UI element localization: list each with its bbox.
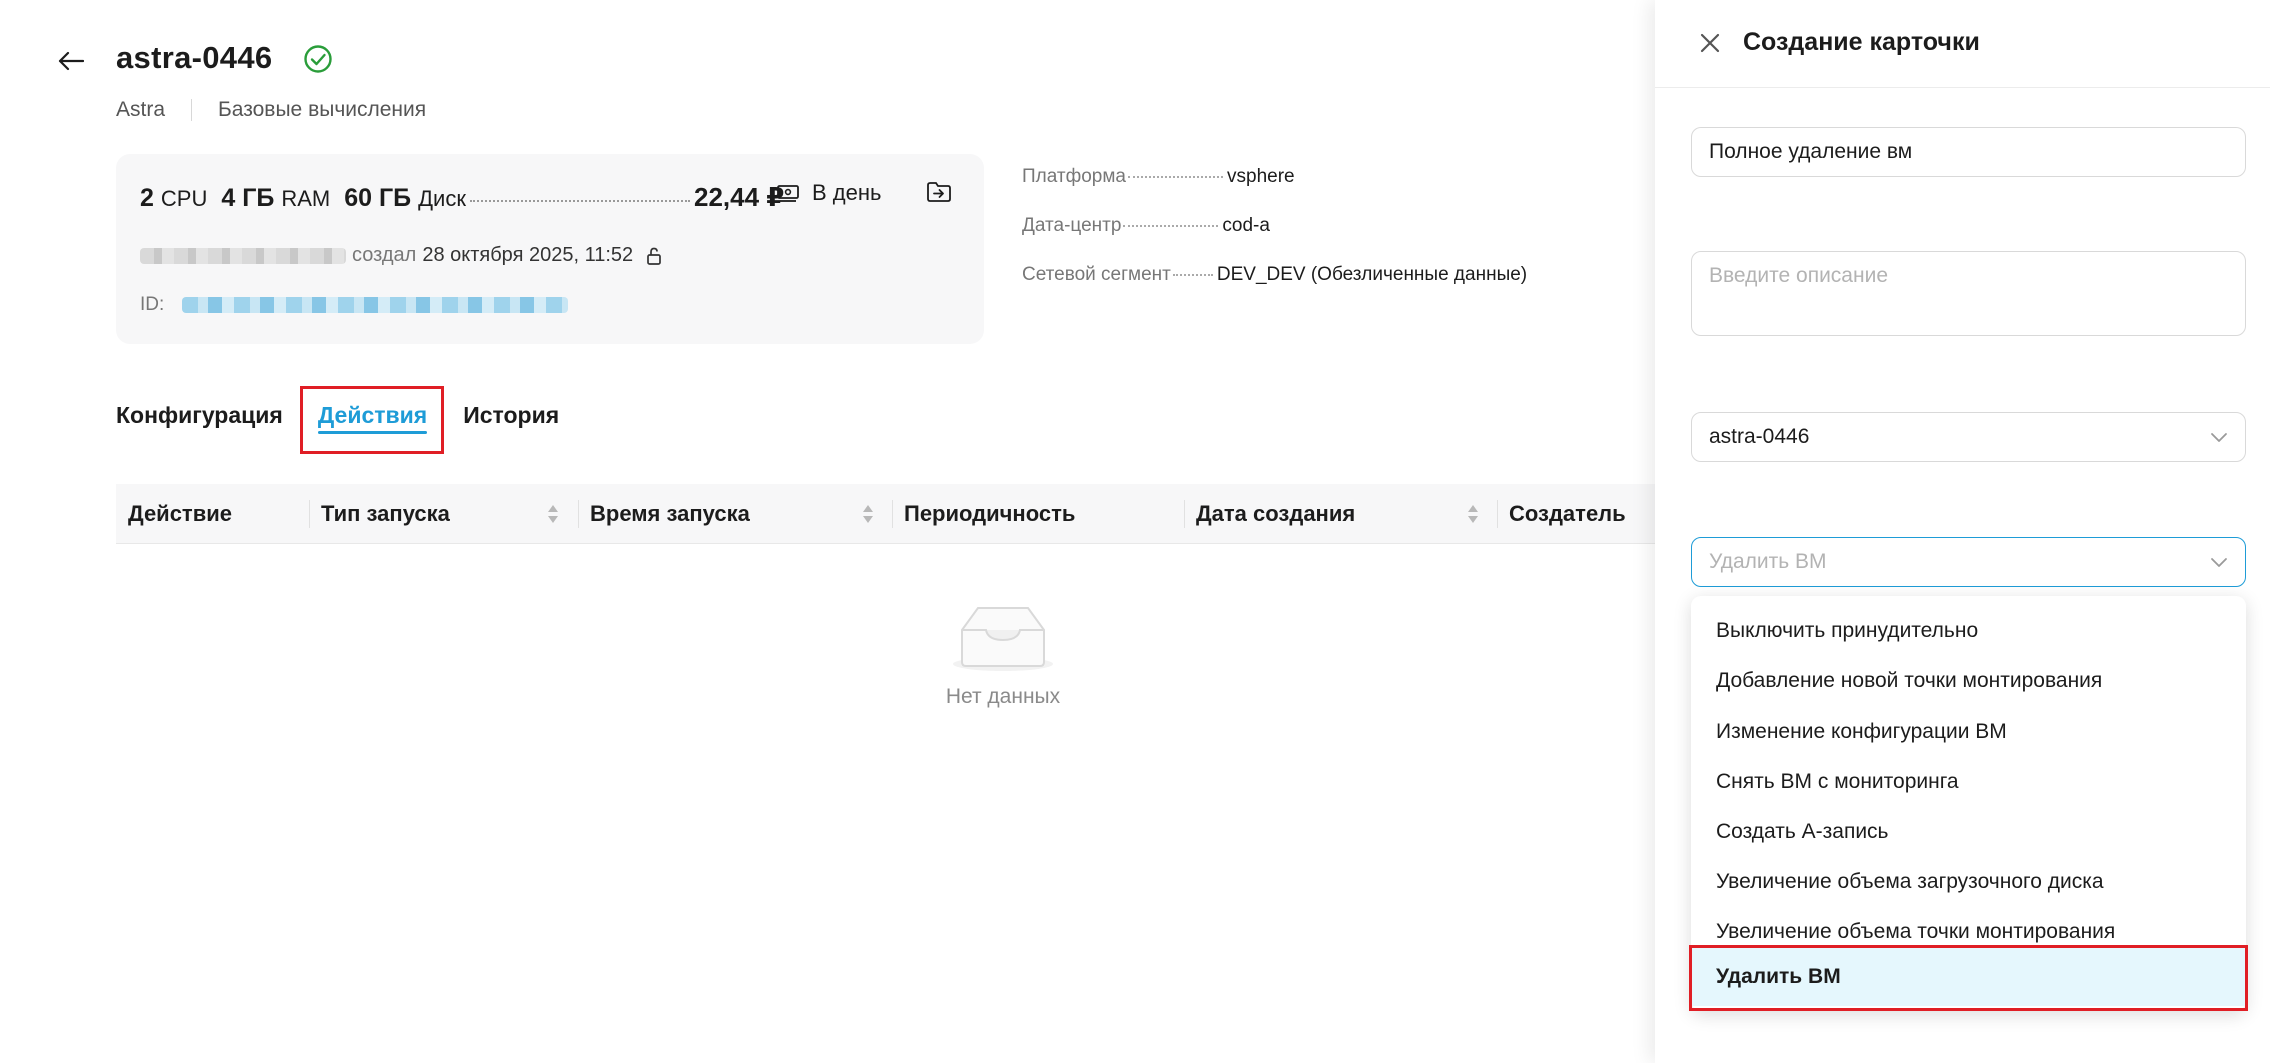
- breadcrumb-divider: [191, 99, 193, 121]
- column-divider: [309, 500, 310, 528]
- property-key: Сетевой сегмент: [1022, 264, 1171, 285]
- redacted-id[interactable]: [182, 297, 569, 313]
- column-launch-time[interactable]: Время запуска: [578, 484, 750, 544]
- property-key: Дата-центр: [1022, 215, 1122, 236]
- tab-highlight-frame: [300, 386, 444, 454]
- description-textarea[interactable]: [1691, 251, 2246, 336]
- created-date: 28 октября 2025, 11:52: [422, 244, 634, 266]
- option-force-power-off[interactable]: Выключить принудительно: [1691, 606, 2246, 656]
- option-remove-monitoring[interactable]: Снять ВМ с мониторинга: [1691, 757, 2246, 807]
- cash-icon: [777, 185, 799, 202]
- option-create-a-record[interactable]: Создать А-запись: [1691, 807, 2246, 857]
- breadcrumb-item-astra[interactable]: Astra: [116, 98, 165, 122]
- property-value: vsphere: [1227, 166, 1295, 187]
- column-label: Периодичность: [904, 501, 1076, 526]
- disk-unit: Диск: [418, 186, 466, 211]
- id-info: ID:: [140, 294, 569, 316]
- dotted-leader: [1128, 176, 1223, 178]
- property-value: DEV_DEV (Обезличенные данные): [1216, 264, 1528, 285]
- property-network-segment: Сетевой сегмент DEV_DEV (Обезличенные да…: [1022, 264, 1527, 313]
- created-label: создал: [352, 244, 417, 266]
- property-value: cod-a: [1222, 215, 1270, 236]
- vm-select-value: astra-0446: [1709, 425, 1810, 448]
- option-extend-boot-disk[interactable]: Увеличение объема загрузочного диска: [1691, 857, 2246, 907]
- main-content: astra-0446 Astra Базовые вычисления 2 CP…: [0, 0, 1655, 1063]
- chevron-down-icon: [2211, 558, 2227, 567]
- action-select-placeholder: Удалить ВМ: [1709, 550, 1827, 573]
- column-label: Действие: [128, 501, 232, 526]
- created-info: создал 28 октября 2025, 11:52: [140, 244, 665, 267]
- period-selector[interactable]: В день: [776, 180, 881, 206]
- column-divider: [578, 500, 579, 528]
- ram-unit: RAM: [281, 186, 331, 211]
- back-button[interactable]: [56, 46, 86, 76]
- column-periodicity[interactable]: Периодичность: [892, 484, 1076, 544]
- check-circle-icon: [304, 45, 332, 73]
- sort-icon[interactable]: [1466, 502, 1480, 526]
- dotted-leader: [1123, 225, 1219, 227]
- vm-info-card: 2 CPU 4 ГБ RAM 60 ГБ Диск 22,44 ₽ В день: [116, 154, 984, 344]
- empty-state-text: Нет данных: [945, 685, 1061, 708]
- unlock-icon[interactable]: [643, 245, 665, 267]
- dotted-leader: [469, 200, 690, 202]
- table-header: Действие Тип запуска Время запуска Перио…: [116, 484, 1655, 544]
- card-name-input[interactable]: [1691, 127, 2246, 177]
- breadcrumb-item-compute[interactable]: Базовые вычисления: [218, 98, 426, 122]
- column-label: Дата создания: [1196, 501, 1356, 526]
- cpu-value: 2: [140, 184, 154, 212]
- redacted-author: [140, 247, 346, 264]
- sort-icon[interactable]: [861, 502, 875, 526]
- panel-title: Создание карточки: [1743, 28, 1980, 56]
- column-creator[interactable]: Создатель: [1497, 484, 1626, 544]
- spec-row: 2 CPU 4 ГБ RAM 60 ГБ Диск 22,44 ₽: [140, 182, 784, 213]
- empty-inbox-icon: [953, 607, 1053, 671]
- arrow-left-icon: [58, 51, 84, 71]
- page-title: astra-0446: [116, 40, 273, 75]
- option-change-vm-config[interactable]: Изменение конфигурации ВМ: [1691, 707, 2246, 757]
- property-key: Платформа: [1022, 166, 1126, 187]
- column-divider: [1497, 500, 1498, 528]
- dotted-leader: [1172, 274, 1213, 276]
- breadcrumb: Astra Базовые вычисления: [116, 98, 426, 122]
- column-label: Время запуска: [590, 501, 750, 526]
- panel-header: Создание карточки: [1655, 0, 2270, 88]
- column-divider: [892, 500, 893, 528]
- move-to-folder-button[interactable]: [926, 180, 952, 209]
- column-divider: [1184, 500, 1185, 528]
- ram-value: 4 ГБ: [221, 184, 275, 212]
- chevron-down-icon: [2211, 433, 2227, 442]
- folder-move-icon: [927, 182, 951, 202]
- id-label: ID:: [140, 294, 165, 315]
- property-platform: Платформа vsphere: [1022, 166, 1527, 215]
- tab-history[interactable]: История: [463, 386, 559, 444]
- option-highlight-frame: [1689, 945, 2248, 1011]
- vm-properties: Платформа vsphere Дата-центр cod-a Сетев…: [1022, 166, 1527, 313]
- action-select[interactable]: Удалить ВМ: [1691, 537, 2246, 587]
- disk-value: 60 ГБ: [344, 184, 412, 212]
- column-label: Создатель: [1509, 501, 1626, 526]
- column-label: Тип запуска: [321, 501, 450, 526]
- sort-icon[interactable]: [546, 502, 560, 526]
- price: 22,44 ₽: [693, 182, 785, 212]
- period-label: В день: [812, 180, 882, 205]
- column-action[interactable]: Действие: [128, 484, 232, 544]
- property-datacenter: Дата-центр cod-a: [1022, 215, 1527, 264]
- column-launch-type[interactable]: Тип запуска: [309, 484, 450, 544]
- cpu-unit: CPU: [160, 186, 208, 211]
- close-icon[interactable]: [1695, 28, 1725, 58]
- tab-configuration[interactable]: Конфигурация: [116, 386, 283, 444]
- column-creation-date[interactable]: Дата создания: [1184, 484, 1356, 544]
- create-card-panel: Создание карточки astra-0446 Удалить ВМ …: [1655, 0, 2270, 1063]
- vm-select[interactable]: astra-0446: [1691, 412, 2246, 462]
- option-add-mount-point[interactable]: Добавление новой точки монтирования: [1691, 656, 2246, 706]
